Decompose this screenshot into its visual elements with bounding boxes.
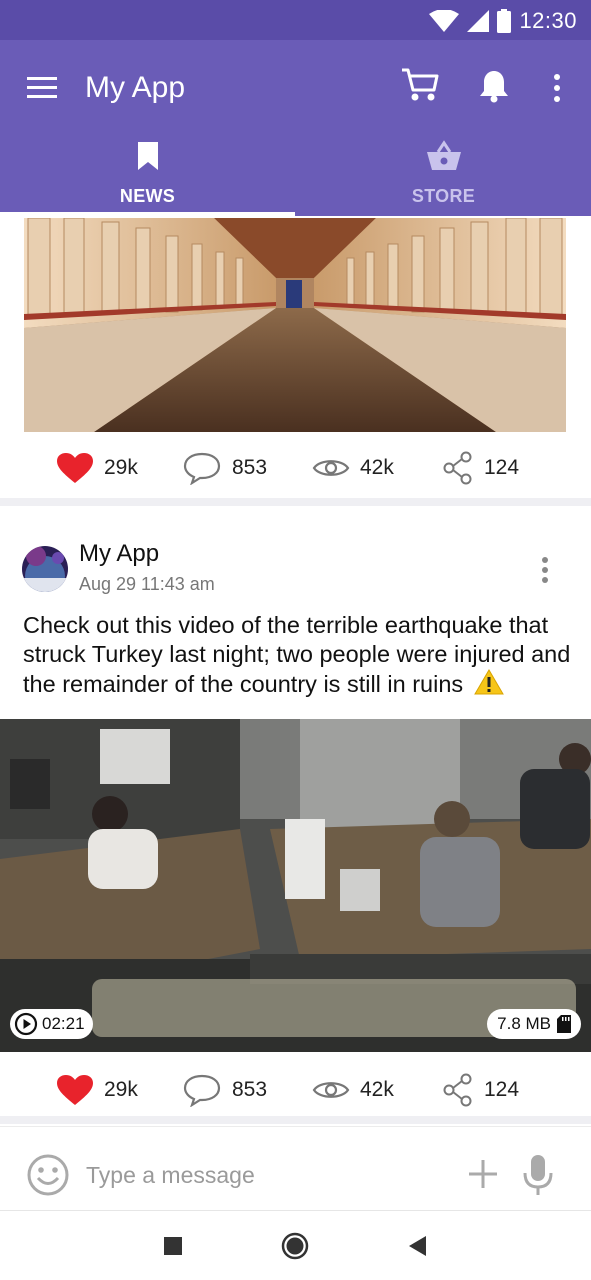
emoji-button[interactable] (26, 1153, 70, 1197)
share-count: 124 (484, 1078, 520, 1101)
duration-badge[interactable]: 02:21 (10, 1009, 93, 1039)
author-name[interactable]: My App (79, 540, 159, 568)
share-stat[interactable]: 124 (442, 438, 519, 498)
comment-icon (183, 452, 221, 485)
post-divider (0, 498, 591, 506)
warning-icon (473, 669, 504, 695)
back-triangle-icon (409, 1236, 426, 1256)
share-stat[interactable]: 124 (442, 1060, 519, 1120)
recents-button[interactable] (156, 1229, 190, 1263)
avatar[interactable] (22, 546, 68, 592)
emoji-icon (27, 1154, 69, 1196)
comment-count: 853 (232, 456, 268, 479)
mic-icon (523, 1155, 553, 1195)
video-duration: 02:21 (42, 1014, 85, 1033)
square-icon (164, 1237, 182, 1255)
app-bar: My App NEWS STORE (0, 40, 591, 216)
cart-button[interactable] (400, 66, 442, 106)
video-size: 7.8 MB (497, 1014, 551, 1033)
like-count: 29k (104, 1078, 138, 1101)
menu-icon (27, 77, 57, 98)
bookmark-icon (137, 142, 158, 170)
post-divider (0, 1116, 591, 1124)
post-stats: 29k 853 42k 124 (0, 1060, 591, 1120)
view-count: 42k (360, 456, 394, 479)
avatar-image (22, 546, 68, 592)
eye-icon (312, 460, 350, 476)
cart-icon (402, 68, 439, 101)
overflow-menu-button[interactable] (544, 68, 570, 108)
comment-stat[interactable]: 853 (182, 1060, 267, 1120)
menu-button[interactable] (22, 70, 62, 106)
status-time: 12:30 (519, 8, 577, 33)
system-nav-bar (0, 1210, 591, 1280)
size-badge: 7.8 MB (487, 1009, 581, 1039)
comment-count: 853 (232, 1078, 268, 1101)
tab-news[interactable]: NEWS (0, 136, 295, 216)
news-feed[interactable]: 29k 853 42k 124 My App Aug 29 11:43 am C… (0, 216, 591, 1126)
status-icons: 12:30 (429, 8, 577, 34)
view-count: 42k (360, 1078, 394, 1101)
eye-icon (312, 1082, 350, 1098)
bell-icon (480, 71, 508, 103)
app-title: My App (85, 71, 186, 104)
more-vert-icon (542, 557, 548, 583)
heart-icon (57, 453, 93, 483)
heart-icon (57, 1075, 93, 1105)
like-stat[interactable]: 29k (56, 1060, 138, 1120)
tab-news-label: NEWS (119, 186, 176, 206)
toolbar: My App (0, 40, 591, 136)
tab-store[interactable]: STORE (296, 136, 591, 216)
view-stat: 42k (312, 1060, 394, 1120)
wifi-icon (429, 10, 460, 32)
plus-icon (469, 1160, 497, 1188)
back-button[interactable] (400, 1229, 434, 1263)
comment-icon (183, 1074, 221, 1107)
post-text: Check out this video of the terrible ear… (23, 611, 571, 699)
share-icon (443, 1073, 472, 1107)
notifications-button[interactable] (476, 66, 512, 106)
share-icon (443, 451, 472, 485)
home-button[interactable] (278, 1229, 312, 1263)
video-player[interactable]: 02:21 7.8 MB (0, 719, 591, 1052)
more-vert-icon (554, 74, 560, 102)
share-count: 124 (484, 456, 520, 479)
view-stat: 42k (312, 438, 394, 498)
status-bar: 12:30 (0, 0, 591, 40)
signal-icon (467, 10, 490, 32)
message-input[interactable] (86, 1155, 446, 1195)
tab-bar: NEWS STORE (0, 136, 591, 216)
post-image[interactable] (24, 218, 566, 432)
basket-icon (426, 140, 461, 170)
attach-button[interactable] (466, 1157, 500, 1191)
like-stat[interactable]: 29k (56, 438, 138, 498)
post-options-button[interactable] (535, 552, 555, 588)
temple-corridor-photo (24, 218, 566, 432)
post-stats: 29k 853 42k 124 (0, 438, 591, 498)
play-icon (14, 1012, 38, 1036)
like-count: 29k (104, 456, 138, 479)
message-composer (0, 1126, 591, 1210)
comment-stat[interactable]: 853 (182, 438, 267, 498)
home-circle-icon (281, 1232, 309, 1260)
battery-icon (497, 9, 512, 33)
tab-store-label: STORE (411, 186, 476, 206)
voice-button[interactable] (522, 1153, 554, 1197)
sd-card-icon (557, 1015, 571, 1033)
post-time: Aug 29 11:43 am (79, 574, 215, 594)
